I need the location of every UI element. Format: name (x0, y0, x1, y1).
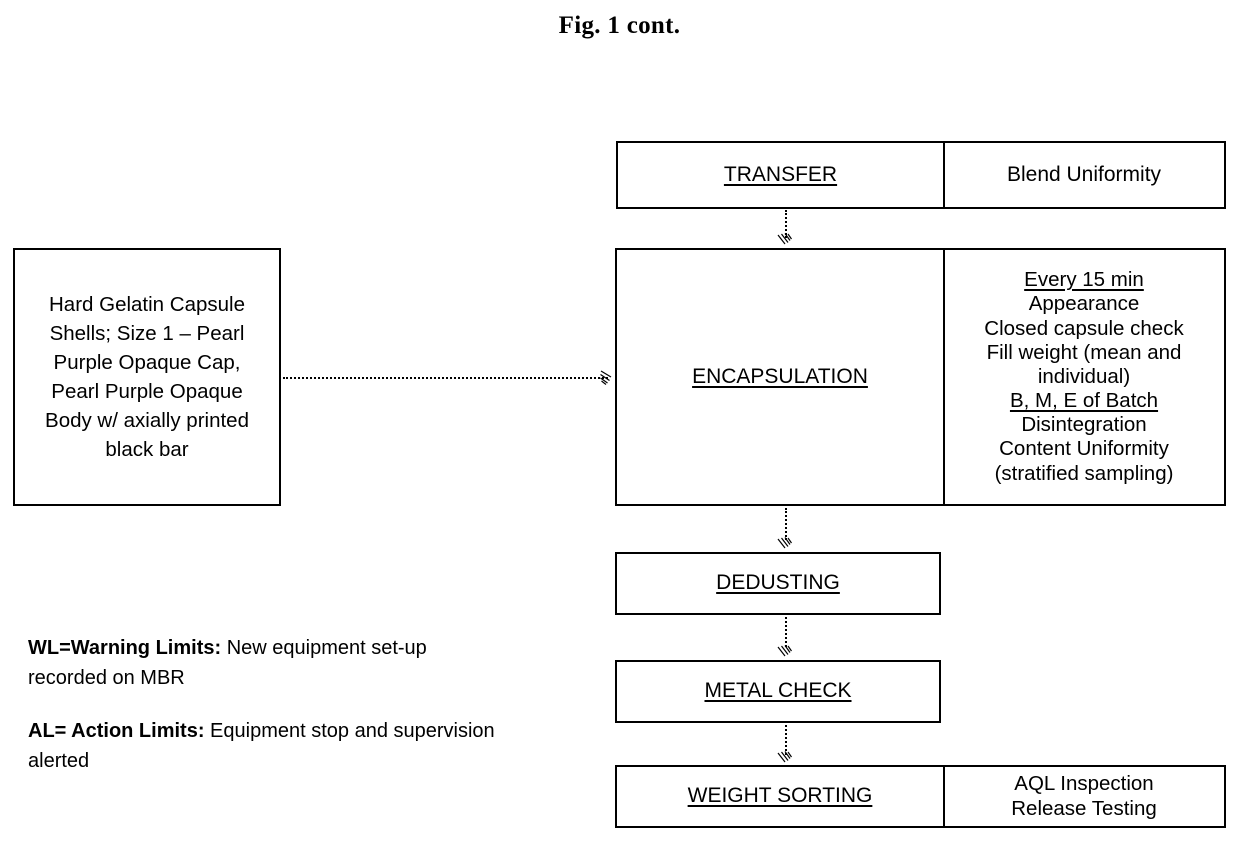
tests-heading-every-15-min: Every 15 min (1024, 268, 1144, 292)
arrowhead-down-icon (776, 748, 794, 766)
arrowhead-right-icon (598, 369, 616, 387)
arrowhead-down-icon (776, 230, 794, 248)
test-item: Closed capsule check (984, 316, 1184, 340)
test-item: (stratified sampling) (994, 461, 1174, 485)
test-item: Fill weight (mean and (986, 340, 1182, 364)
legend-term-action-limits: AL= Action Limits: (28, 719, 205, 742)
process-box-transfer: TRANSFER Blend Uniformity (616, 141, 1226, 209)
arrowhead-down-icon (776, 534, 794, 552)
process-box-encapsulation: ENCAPSULATION Every 15 min Appearance Cl… (615, 248, 1226, 506)
process-tests-weight-sorting: AQL Inspection Release Testing (943, 767, 1223, 826)
test-item: Release Testing (1011, 796, 1157, 820)
process-box-dedusting: DEDUSTING (615, 552, 941, 615)
process-step-label-transfer: TRANSFER (723, 162, 838, 186)
legend-term-warning-limits: WL=Warning Limits: (28, 637, 222, 659)
test-item: Content Uniformity (999, 437, 1169, 461)
connector-capsule-shells-to-encapsulation (283, 377, 608, 379)
page-title: Fig. 1 cont. (558, 12, 681, 39)
input-box-capsule-shells-text: Hard Gelatin Capsule Shells; Size 1 – Pe… (45, 292, 249, 462)
test-item: individual) (1037, 364, 1131, 388)
process-step-label-weight-sorting: WEIGHT SORTING (687, 784, 873, 808)
process-tests-transfer: Blend Uniformity (943, 143, 1223, 207)
legend-item-action-limits: AL= Action Limits: Equipment stop and su… (28, 716, 498, 777)
process-tests-encapsulation: Every 15 min Appearance Closed capsule c… (943, 250, 1223, 504)
test-item: Disintegration (1021, 413, 1147, 437)
process-step-label-dedusting: DEDUSTING (716, 571, 840, 595)
process-step-label-encapsulation: ENCAPSULATION (692, 364, 868, 388)
arrowhead-down-icon (776, 642, 794, 660)
process-box-metal-check: METAL CHECK (615, 660, 941, 723)
input-box-capsule-shells: Hard Gelatin Capsule Shells; Size 1 – Pe… (13, 248, 281, 506)
test-item: AQL Inspection (1014, 772, 1154, 796)
process-step-label-metal-check: METAL CHECK (704, 679, 852, 703)
legend-item-warning-limits: WL=Warning Limits: New equipment set-up … (28, 633, 498, 694)
tests-heading-bme-of-batch: B, M, E of Batch (1009, 389, 1159, 413)
legend: WL=Warning Limits: New equipment set-up … (28, 633, 498, 799)
process-box-weight-sorting: WEIGHT SORTING AQL Inspection Release Te… (615, 765, 1226, 828)
test-item: Appearance (1028, 292, 1140, 316)
